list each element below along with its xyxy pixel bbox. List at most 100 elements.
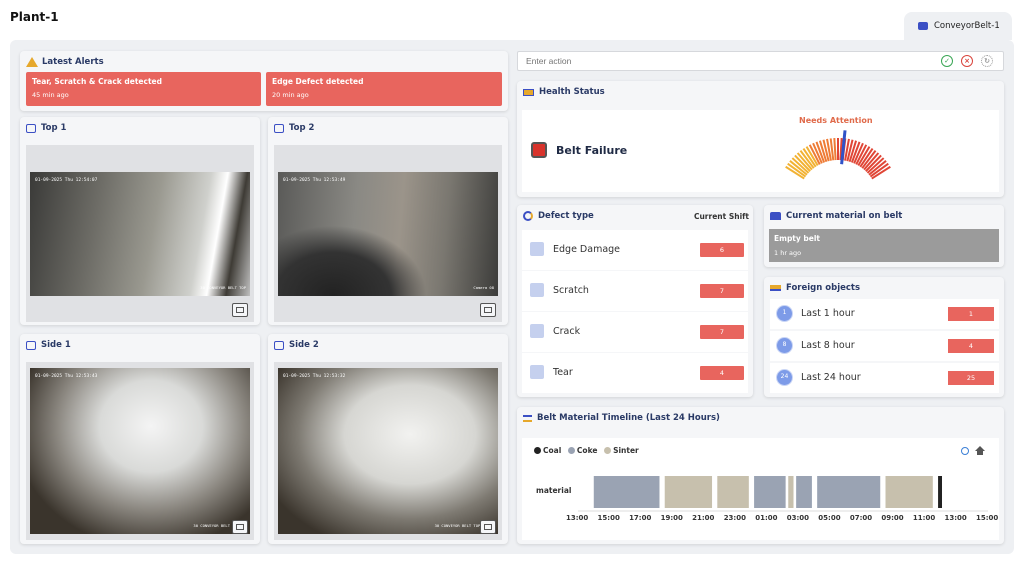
foreign-card-title: Foreign objects [770,283,860,293]
defect-name: Scratch [553,285,589,296]
health-panel: Belt Failure Needs Attention [522,110,999,192]
health-gauge [785,130,891,180]
gauge-label: Needs Attention [799,116,873,125]
health-status: Belt Failure [556,144,628,157]
expand-icon[interactable] [480,520,496,534]
legend-dot-sinter [604,447,612,454]
tear-icon [530,365,544,379]
defect-row[interactable]: Scratch 7 [522,271,748,311]
failure-icon [531,142,547,158]
defect-count: 6 [700,243,744,257]
confirm-icon[interactable]: ✓ [941,55,953,67]
timeline-tick-label: 15:00 [597,514,620,522]
zoom-icon[interactable] [961,447,969,455]
defect-title: Defect type [538,211,594,221]
foreign-count: 4 [948,339,994,353]
foreign-row[interactable]: 8 Last 8 hour 4 [770,331,999,361]
legend-label: Coke [576,446,598,455]
defect-name: Tear [553,367,573,378]
camera-title: Top 2 [289,123,315,133]
expand-icon[interactable] [232,303,248,317]
health-title: Health Status [539,87,605,97]
defect-row[interactable]: Crack 7 [522,312,748,352]
material-status: Empty belt 1 hr ago [769,229,999,262]
camera-title: Side 1 [41,340,71,350]
legend-label: Sinter [613,446,639,455]
camera-timestamp: 01-09-2025 Thu 12:53:49 [283,178,346,183]
foreign-title: Foreign objects [786,283,861,293]
camera-timestamp: 01-09-2025 Thu 12:54:07 [35,178,98,183]
crack-icon [530,324,544,338]
timeline-title: Belt Material Timeline (Last 24 Hours) [537,413,720,423]
scratch-icon [530,283,544,297]
timeline-segment-coke [817,476,881,508]
defect-count: 4 [700,366,744,380]
expand-icon[interactable] [232,520,248,534]
cancel-icon[interactable]: × [961,55,973,67]
foreign-object-icon [770,285,781,291]
hour-icon: 24 [776,369,793,386]
defect-card-title: Defect type [523,211,594,221]
timeline-tick-label: 13:00 [566,514,589,522]
material-title: Current material on belt [786,211,903,221]
alert-time: 45 min ago [32,91,69,99]
timeline-segment-coke [754,476,786,508]
timeline-tick-label: 15:00 [976,514,999,522]
action-input[interactable] [517,51,1004,71]
alerts-card-title: Latest Alerts [26,57,104,67]
timeline-segment-coke [796,476,812,508]
timeline-tick-label: 17:00 [629,514,652,522]
foreign-row[interactable]: 1 Last 1 hour 1 [770,299,999,329]
timeline-tick-label: 01:00 [755,514,778,522]
alert-title: Tear, Scratch & Crack detected [32,77,162,86]
alert-item[interactable]: Edge Defect detected 20 min ago [266,72,502,106]
defect-count: 7 [700,284,744,298]
camera-feed-side-2: 01-09-2025 Thu 12:53:32 30 CONVEYOR BELT… [278,368,498,534]
material-card-title: Current material on belt [770,211,902,221]
legend-dot-coke [567,447,575,454]
material-time: 1 hr ago [774,249,802,257]
foreign-row[interactable]: 24 Last 24 hour 25 [770,363,999,393]
top-bar: Plant-1 ConveyorBelt-1 [0,0,1024,40]
timeline-panel: Coal Coke Sinter material [522,438,999,540]
video-icon [274,123,284,133]
alert-item[interactable]: Tear, Scratch & Crack detected 45 min ag… [26,72,261,106]
legend-item: Coke [567,446,598,455]
material-value: Empty belt [774,234,821,243]
timeline-segment-sinter [885,476,933,508]
defect-row[interactable]: Tear 4 [522,353,748,393]
timeline-tick-label: 05:00 [818,514,841,522]
camera-title: Side 2 [289,340,319,350]
camera-title-row: Side 2 [274,340,319,350]
defect-count: 7 [700,325,744,339]
expand-icon[interactable] [480,303,496,317]
defect-row[interactable]: Edge Damage 6 [522,230,748,270]
camera-label: Camera 08 [473,285,494,290]
camera-title: Top 1 [41,123,67,133]
refresh-icon[interactable]: ↻ [981,55,993,67]
loader-icon [770,212,781,220]
camera-feed-side-1: 01-09-2025 Thu 12:53:43 30 CONVEYOR BELT… [30,368,250,534]
timeline-segment-coke [593,476,660,508]
timeline-segment-coal [938,476,943,508]
belt-tab[interactable]: ConveyorBelt-1 [904,12,1012,40]
camera-label: 30 CONVEYOR BELT TOP [200,285,246,290]
camera-feed-top-2: 01-09-2025 Thu 12:53:49 Camera 08 [278,172,498,296]
camera-timestamp: 01-09-2025 Thu 12:53:32 [283,374,346,379]
edge-damage-icon [530,242,544,256]
timeline-card-title: Belt Material Timeline (Last 24 Hours) [523,413,720,423]
video-icon [274,340,284,350]
timeline-tick-label: 21:00 [692,514,715,522]
hour-icon: 1 [776,305,793,322]
camera-title-row: Top 1 [26,123,66,133]
foreign-count: 25 [948,371,994,385]
health-card-title: Health Status [523,87,605,97]
legend-label: Coal [543,446,562,455]
health-icon [523,88,534,96]
hour-icon: 8 [776,337,793,354]
plant-title: Plant-1 [10,10,59,24]
home-icon-base [977,451,983,455]
foreign-period: Last 24 hour [801,372,861,383]
video-icon [26,123,36,133]
timeline-tick-label: 03:00 [786,514,810,522]
